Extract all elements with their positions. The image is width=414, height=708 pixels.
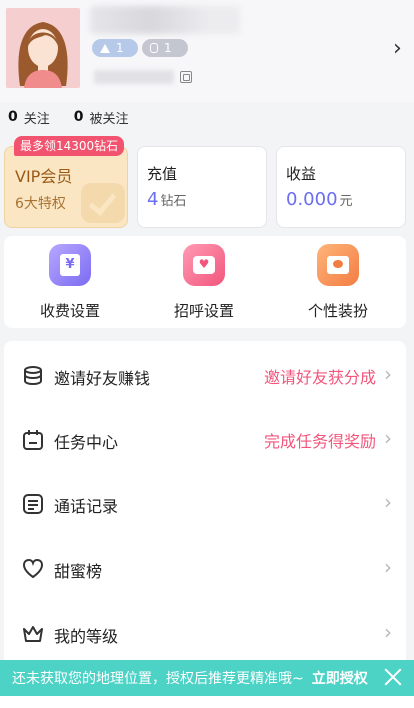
menu-item-tasks[interactable]: 任务中心 完成任务得奖励 › (4, 407, 406, 471)
location-permission-banner: 还未获取您的地理位置，授权后推荐更精准哦~ 立即授权 (0, 660, 414, 696)
greeting-settings-label: 招呼设置 (173, 302, 234, 320)
following-label: 关注 (23, 111, 50, 127)
greeting-settings-icon (183, 244, 225, 286)
fee-settings-icon: ¥ (49, 244, 91, 286)
crown-icon (23, 626, 43, 642)
banner-message: 还未获取您的地理位置，授权后推荐更精准哦~ (12, 671, 304, 687)
earnings-amount: 0.000 (286, 189, 338, 210)
profile-header[interactable]: 1 1 › (0, 0, 414, 102)
recharge-title: 充值 (147, 165, 178, 183)
level-triangle-icon (100, 43, 110, 53)
gem-badge-value: 1 (164, 41, 172, 55)
calendar-icon (23, 430, 43, 450)
vip-title: VIP会员 (15, 167, 73, 186)
dress-up-button[interactable]: 个性装扮 (278, 244, 398, 324)
chevron-right-icon: › (384, 426, 392, 450)
gem-badge: 1 (142, 39, 188, 57)
menu-item-sweet-rank[interactable]: 甜蜜榜 › (4, 536, 406, 600)
heart-icon (22, 558, 44, 579)
dress-up-label: 个性装扮 (307, 302, 368, 320)
nickname-blurred (90, 6, 240, 34)
menu-item-call-records[interactable]: 通话记录 › (4, 471, 406, 535)
earnings-card[interactable]: 收益 0.000 元 (276, 146, 406, 228)
greeting-settings-button[interactable]: 招呼设置 (144, 244, 264, 324)
follow-stats: 0 关注 0 被关注 (8, 106, 153, 128)
chevron-right-icon: › (384, 555, 392, 579)
recharge-unit: 钻石 (160, 194, 187, 209)
followers-label: 被关注 (89, 111, 129, 127)
settings-row: ¥ 收费设置 招呼设置 个性装扮 (4, 236, 406, 328)
avatar-illustration-icon (6, 8, 80, 88)
dress-up-icon (317, 244, 359, 286)
chevron-right-icon: › (384, 490, 392, 514)
recharge-amount: 4 (147, 189, 159, 210)
level-badge: 1 (92, 39, 138, 57)
avatar[interactable] (6, 8, 80, 88)
earnings-title: 收益 (286, 165, 317, 183)
menu-list: 邀请好友赚钱 邀请好友获分成 › 任务中心 完成任务得奖励 › 通话记录 › 甜… (4, 341, 406, 708)
menu-item-label: 邀请好友赚钱 (54, 369, 151, 388)
earnings-value: 0.000 元 (286, 189, 353, 210)
followers-stat[interactable]: 0 被关注 (74, 108, 129, 127)
followers-count: 0 (73, 109, 84, 125)
copy-icon[interactable] (180, 71, 192, 83)
gem-icon (150, 43, 158, 53)
following-stat[interactable]: 0 关注 (8, 108, 50, 127)
recharge-card[interactable]: 充值 4 钻石 (137, 146, 267, 228)
chevron-right-icon: › (384, 362, 392, 386)
authorize-button[interactable]: 立即授权 (312, 668, 368, 688)
close-icon[interactable] (382, 666, 404, 688)
fee-settings-button[interactable]: ¥ 收费设置 (10, 244, 130, 324)
menu-item-invite[interactable]: 邀请好友赚钱 邀请好友获分成 › (4, 343, 406, 407)
menu-item-hint: 邀请好友获分成 (263, 368, 376, 387)
menu-item-label: 甜蜜榜 (54, 562, 103, 581)
coins-icon (24, 366, 42, 386)
following-count: 0 (8, 109, 18, 125)
user-id-blurred (94, 70, 174, 84)
menu-item-label: 我的等级 (54, 627, 119, 646)
menu-item-label: 任务中心 (54, 433, 119, 452)
vip-promo-tag: 最多领14300钻石 (14, 136, 125, 156)
level-badge-value: 1 (116, 41, 124, 55)
vip-check-icon (81, 183, 125, 223)
menu-item-hint: 完成任务得奖励 (263, 432, 376, 451)
fee-settings-label: 收费设置 (39, 302, 100, 320)
vip-subtitle: 6大特权 (15, 196, 66, 212)
chevron-right-icon: › (384, 620, 392, 644)
chevron-right-icon[interactable]: › (393, 36, 402, 61)
recharge-value: 4 钻石 (147, 189, 186, 210)
earnings-unit: 元 (339, 194, 353, 209)
bottom-strip (0, 696, 414, 708)
record-icon (23, 494, 43, 514)
menu-item-label: 通话记录 (54, 497, 119, 516)
menu-item-my-level[interactable]: 我的等级 › (4, 601, 406, 665)
vip-card[interactable]: VIP会员 6大特权 (4, 146, 128, 228)
